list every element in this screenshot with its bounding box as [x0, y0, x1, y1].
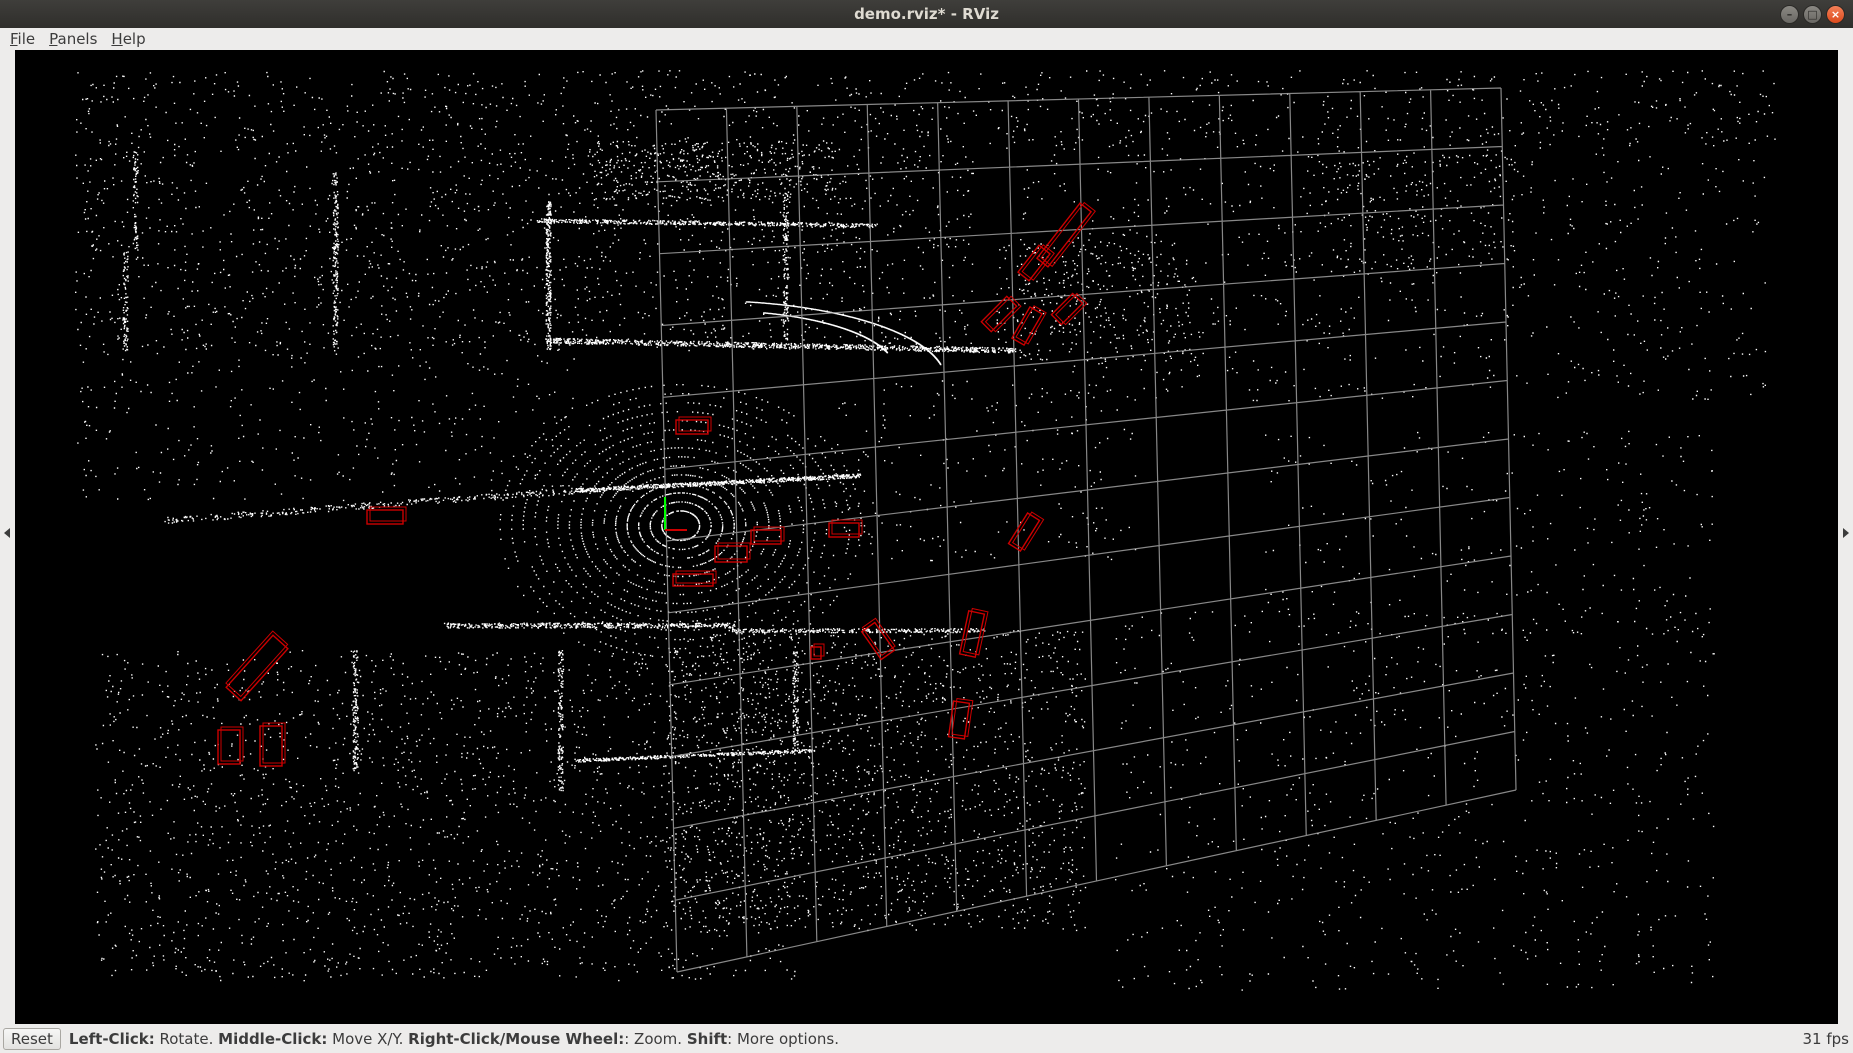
window-titlebar: demo.rviz* - RViz – □ ×	[0, 0, 1853, 28]
fps-counter: 31 fps	[1802, 1030, 1849, 1048]
3d-render-viewport[interactable]	[15, 50, 1838, 1024]
maximize-icon[interactable]: □	[1803, 5, 1822, 24]
status-bar: Reset Left-Click: Rotate. Middle-Click: …	[0, 1024, 1853, 1053]
minimize-icon[interactable]: –	[1780, 5, 1799, 24]
lidar-point-cloud	[75, 70, 1776, 991]
chevron-right-icon	[1843, 528, 1849, 538]
window-title: demo.rviz* - RViz	[854, 5, 999, 23]
close-icon[interactable]: ×	[1826, 5, 1845, 24]
sensor-origin-axis	[664, 497, 687, 531]
menu-help[interactable]: Help	[104, 30, 152, 48]
menu-bar: File Panels Help	[0, 28, 1853, 50]
menu-panels[interactable]: Panels	[42, 30, 104, 48]
reset-view-button[interactable]: Reset	[3, 1027, 61, 1050]
right-dock-collapse-handle[interactable]	[1838, 50, 1853, 1024]
point-cloud-scene	[75, 70, 1776, 991]
window-controls: – □ ×	[1780, 5, 1845, 24]
left-dock-collapse-handle[interactable]	[0, 50, 15, 1024]
chevron-left-icon	[4, 528, 10, 538]
mouse-hint-text: Left-Click: Rotate. Middle-Click: Move X…	[68, 1029, 839, 1048]
menu-file[interactable]: File	[3, 30, 42, 48]
